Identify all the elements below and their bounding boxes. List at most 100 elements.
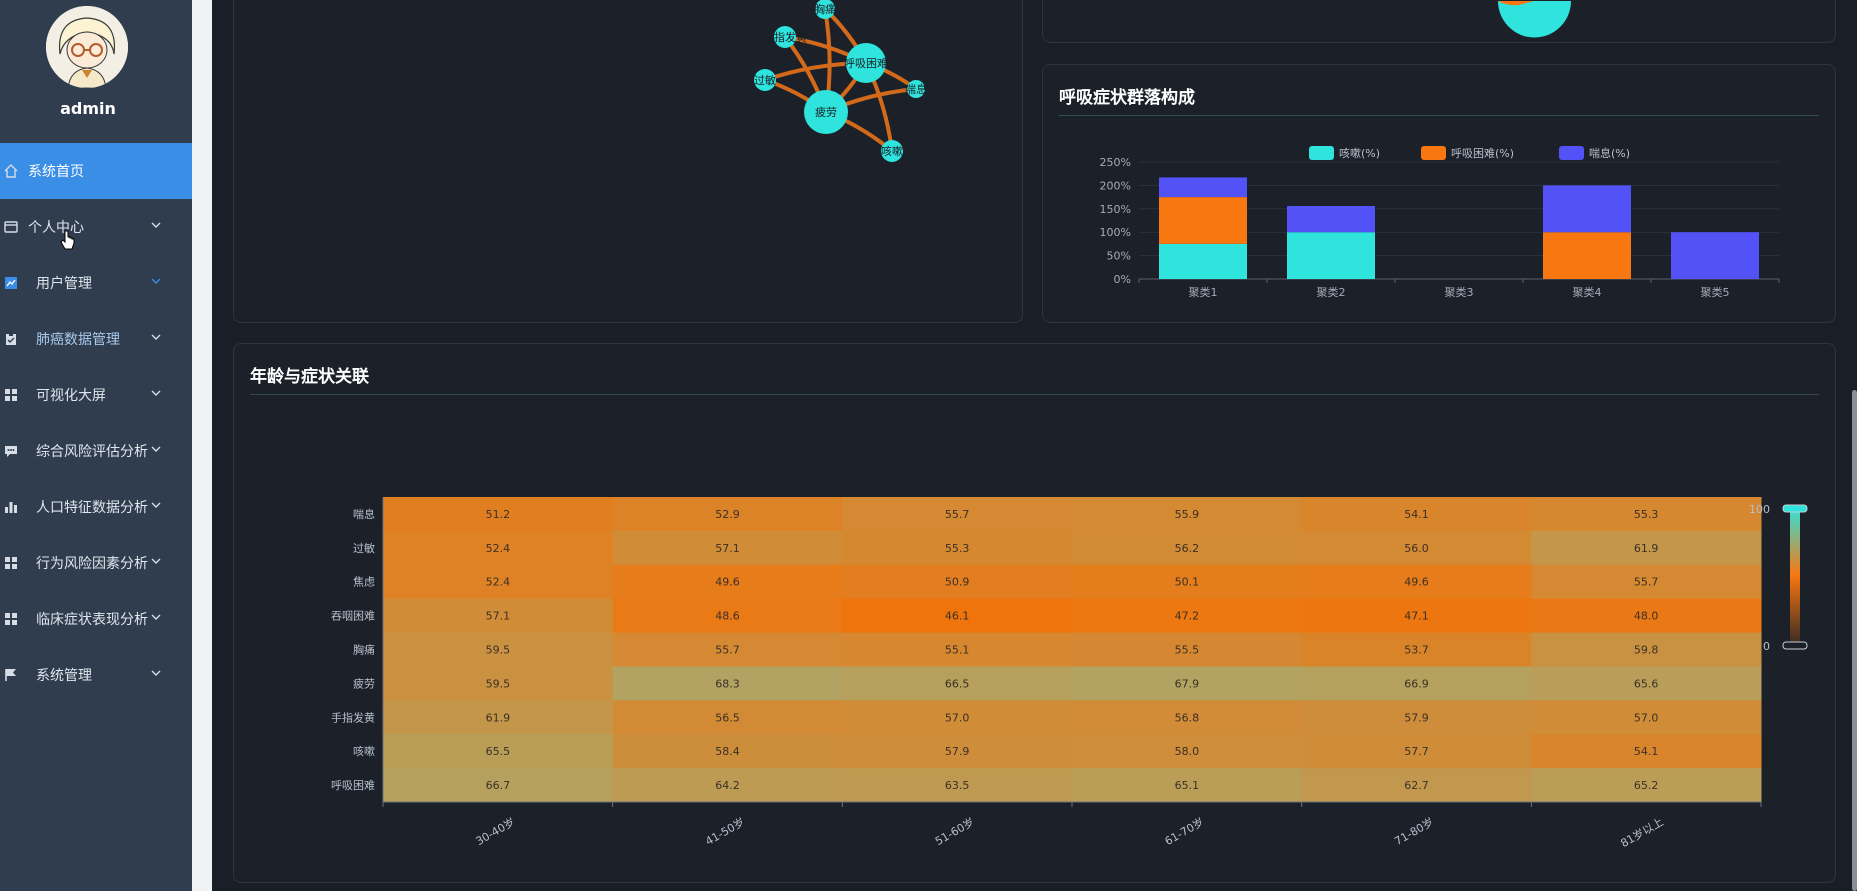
- chevron-down-icon: [150, 331, 162, 343]
- username: admin: [60, 99, 116, 118]
- heatmap-value: 48.0: [1634, 610, 1659, 623]
- pie-chart-panel: [1042, 0, 1836, 43]
- y-category-label: 呼吸困难: [331, 779, 375, 792]
- heatmap-value: 47.2: [1175, 610, 1200, 623]
- chevron-down-icon: [150, 387, 162, 399]
- sidebar-item[interactable]: 临床症状表现分析: [0, 591, 192, 647]
- x-category-label: 30-40岁: [473, 814, 517, 848]
- network-node-label: 手指发黄: [763, 30, 807, 44]
- legend-swatch: [1421, 146, 1446, 160]
- heatmap-value: 46.1: [945, 610, 970, 623]
- heatmap-value: 57.9: [945, 745, 970, 758]
- sidebar-item[interactable]: 人口特征数据分析: [0, 479, 192, 535]
- sidebar-item[interactable]: 行为风险因素分析: [0, 535, 192, 591]
- sidebar-item-label: 肺癌数据管理: [36, 332, 120, 348]
- heatmap-value: 55.1: [945, 644, 970, 657]
- heatmap-value: 56.8: [1175, 711, 1200, 724]
- x-category-label: 71-80岁: [1392, 814, 1436, 848]
- sidebar-item-label: 行为风险因素分析: [36, 556, 148, 572]
- clipboard-icon: [4, 332, 18, 346]
- heatmap-value: 58.0: [1175, 745, 1200, 758]
- heatmap-value: 55.7: [715, 644, 740, 657]
- network-node-label: 咳嗽: [881, 144, 903, 158]
- x-tick-label: 聚类5: [1701, 285, 1730, 299]
- symptom-network-graph: 胸痛手指发黄呼吸困难过敏喘息疲劳咳嗽: [754, 0, 927, 162]
- heatmap-value: 58.4: [715, 745, 740, 758]
- heatmap-value: 55.7: [1634, 576, 1659, 589]
- wallet-icon: [4, 220, 18, 234]
- heatmap-value: 55.7: [945, 508, 970, 521]
- heatmap-value: 66.7: [486, 779, 511, 792]
- avatar[interactable]: [46, 6, 128, 88]
- x-category-label: 61-70岁: [1162, 814, 1206, 848]
- sidebar-item-label: 人口特征数据分析: [36, 500, 148, 516]
- sidebar-item[interactable]: 肺癌数据管理: [0, 311, 192, 367]
- heatmap-value: 56.5: [715, 711, 740, 724]
- heatmap-value: 65.1: [1175, 779, 1200, 792]
- sidebar-item[interactable]: 用户管理: [0, 255, 192, 311]
- heatmap-value: 57.1: [715, 542, 740, 555]
- sidebar-item-label: 用户管理: [36, 276, 92, 292]
- bar-segment: [1543, 232, 1631, 279]
- page-scrollbar[interactable]: [1852, 0, 1857, 891]
- heatmap-value: 66.9: [1404, 677, 1429, 690]
- heatmap-value: 55.3: [1634, 508, 1659, 521]
- heatmap-value: 52.4: [486, 576, 511, 589]
- heatmap-value: 55.3: [945, 542, 970, 555]
- heatmap-value: 65.5: [486, 745, 511, 758]
- x-tick-label: 聚类1: [1189, 285, 1218, 299]
- sidebar-item[interactable]: 综合风险评估分析: [0, 423, 192, 479]
- heatmap-value: 61.9: [486, 711, 511, 724]
- y-category-label: 胸痛: [353, 643, 375, 657]
- network-node-label: 呼吸困难: [844, 57, 888, 70]
- scrollbar-thumb[interactable]: [1852, 390, 1857, 891]
- cluster-composition-panel: 呼吸症状群落构成 0% 50% 100% 150% 200% 250% 聚类1 聚类2 聚类3 聚…: [1042, 64, 1836, 323]
- heatmap-value: 63.5: [945, 779, 970, 792]
- network-node-label: 疲劳: [815, 105, 837, 119]
- visual-map-handle-bottom: [1782, 641, 1808, 650]
- visual-map-max-label: 100: [1749, 503, 1770, 516]
- visual-map-handle-top: [1782, 504, 1808, 513]
- user-profile: admin: [0, 0, 192, 136]
- heatmap-value: 68.3: [715, 677, 740, 690]
- cluster-bar-chart: 0% 50% 100% 150% 200% 250% 聚类1 聚类2 聚类3 聚类4 聚类5 咳嗽(%…: [1100, 146, 1780, 299]
- x-category-label: 81岁以上: [1618, 814, 1666, 850]
- y-category-label: 手指发黄: [331, 710, 375, 724]
- avatar-illustration: [46, 6, 128, 88]
- y-category-label: 焦虑: [353, 576, 375, 589]
- sidebar-item[interactable]: 系统首页: [0, 143, 192, 199]
- heatmap-value: 57.0: [1634, 711, 1659, 724]
- age-symptom-panel: 年龄与症状关联 喘息 51.2 52.9 55.7 55.9 54.1 55.3 过敏 52.4…: [233, 343, 1836, 883]
- y-category-label: 过敏: [353, 541, 375, 555]
- sidebar-item[interactable]: 系统管理: [0, 647, 192, 703]
- chart-icon: [4, 276, 18, 290]
- y-category-label: 疲劳: [353, 676, 375, 690]
- network-node-label: 过敏: [754, 73, 776, 87]
- legend-swatch: [1309, 146, 1334, 160]
- sidebar: admin 系统首页 个人中心用户管理肺癌数据管理可视化大屏 综合风险评估分析人口特…: [0, 0, 192, 891]
- heatmap-value: 64.2: [715, 779, 740, 792]
- home-icon: [4, 164, 18, 178]
- bar-segment: [1159, 197, 1247, 244]
- heatmap-value: 62.7: [1404, 779, 1429, 792]
- bar-segment: [1159, 243, 1247, 279]
- sidebar-item-label: 临床症状表现分析: [36, 612, 148, 628]
- heatmap-value: 54.1: [1634, 745, 1659, 758]
- heatmap-value: 59.5: [486, 644, 511, 657]
- y-category-label: 吞咽困难: [331, 610, 375, 623]
- heatmap-value: 54.1: [1404, 508, 1429, 521]
- sidebar-item[interactable]: 个人中心: [0, 199, 192, 255]
- comment-icon: [4, 444, 18, 458]
- visual-map-bar: [1790, 506, 1800, 644]
- heatmap-value: 59.5: [486, 677, 511, 690]
- x-category-label: 41-50岁: [703, 814, 747, 848]
- chevron-down-icon: [150, 499, 162, 511]
- y-category-label: 咳嗽: [353, 744, 375, 758]
- visual-map-min-label: 0: [1763, 640, 1770, 653]
- sidebar-item[interactable]: 可视化大屏: [0, 367, 192, 423]
- y-tick-label: 150%: [1100, 203, 1131, 216]
- y-tick-label: 50%: [1107, 250, 1131, 263]
- chevron-down-icon: [150, 443, 162, 455]
- x-tick-label: 聚类3: [1445, 285, 1474, 299]
- heatmap-value: 59.8: [1634, 644, 1659, 657]
